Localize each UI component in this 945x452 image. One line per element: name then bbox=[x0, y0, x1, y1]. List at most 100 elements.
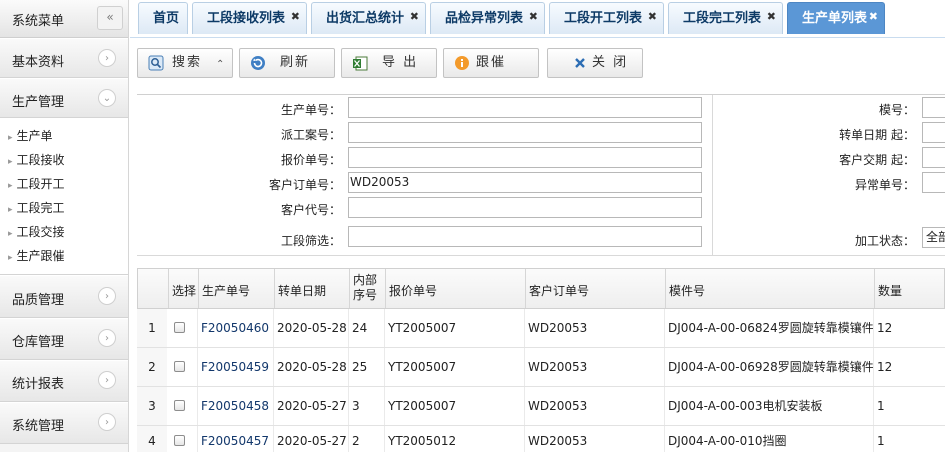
caret-up-icon: ⌃ bbox=[216, 59, 225, 70]
row-checkbox[interactable] bbox=[174, 435, 185, 446]
sidebar-section-production[interactable]: 生产管理 ⌄ bbox=[0, 78, 128, 118]
customer-order-cell: WD20053 bbox=[524, 309, 664, 347]
tab-shipment-summary[interactable]: 出货汇总统计 ✖ bbox=[311, 2, 426, 34]
follow-up-button[interactable]: 跟催 bbox=[443, 48, 539, 78]
sidebar-item-section-handover[interactable]: ▸ 工段交接 bbox=[0, 220, 128, 244]
quote-no-input[interactable] bbox=[348, 147, 702, 168]
column-header-part-no[interactable]: 模件号 bbox=[665, 269, 874, 308]
quote-no-cell: YT2005012 bbox=[384, 426, 524, 452]
tab-label: 工段开工列表 bbox=[564, 11, 643, 26]
customer-order-cell: WD20053 bbox=[524, 348, 664, 386]
table-row[interactable]: 1 F20050460 2020-05-28 24 YT2005007 WD20… bbox=[137, 309, 945, 348]
row-checkbox[interactable] bbox=[174, 400, 185, 411]
exception-no-input[interactable] bbox=[922, 172, 945, 193]
tab-home[interactable]: 首页 bbox=[138, 2, 188, 34]
table-row[interactable]: 4 F20050457 2020-05-27 2 YT2005012 WD200… bbox=[137, 426, 945, 452]
sidebar-section-system[interactable]: 系统管理 › bbox=[0, 402, 128, 444]
column-header-quote-no[interactable]: 报价单号 bbox=[385, 269, 525, 308]
process-status-select[interactable]: 全部 bbox=[922, 227, 945, 248]
column-header-transfer-date[interactable]: 转单日期 bbox=[274, 269, 349, 308]
column-header-internal-seq[interactable]: 内部序号 bbox=[349, 269, 385, 308]
bullet-icon: ▸ bbox=[8, 253, 13, 263]
order-no-link[interactable]: F20050457 bbox=[197, 426, 273, 452]
close-icon[interactable]: ✖ bbox=[869, 1, 878, 33]
part-no-cell: DJ004-A-00-010挡圈 bbox=[664, 426, 873, 452]
section-filter-input[interactable] bbox=[348, 226, 702, 247]
column-header-customer-order-no[interactable]: 客户订单号 bbox=[525, 269, 665, 308]
dispatch-no-input[interactable] bbox=[348, 122, 702, 143]
table-row[interactable]: 2 F20050459 2020-05-28 25 YT2005007 WD20… bbox=[137, 348, 945, 387]
row-checkbox[interactable] bbox=[174, 361, 185, 372]
quantity-cell: 12 bbox=[873, 348, 945, 386]
order-no-link[interactable]: F20050460 bbox=[197, 309, 273, 347]
tab-production-order-list[interactable]: 生产单列表 ✖ bbox=[787, 2, 885, 34]
mold-no-input[interactable] bbox=[922, 97, 945, 118]
close-icon[interactable]: ✖ bbox=[291, 1, 300, 33]
sidebar-section-warehouse[interactable]: 仓库管理 › bbox=[0, 318, 128, 360]
customer-order-no-input[interactable]: WD20053 bbox=[348, 172, 702, 193]
sidebar-section-reports[interactable]: 统计报表 › bbox=[0, 360, 128, 402]
tab-section-receive-list[interactable]: 工段接收列表 ✖ bbox=[192, 2, 307, 34]
tab-label: 工段接收列表 bbox=[207, 11, 286, 26]
sidebar-item-production-follow[interactable]: ▸ 生产跟催 bbox=[0, 244, 128, 268]
customer-due-from-input[interactable] bbox=[922, 147, 945, 168]
close-icon[interactable]: ✖ bbox=[529, 1, 538, 33]
transfer-date-cell: 2020-05-28 bbox=[273, 348, 348, 386]
export-button[interactable]: 导 出 bbox=[341, 48, 437, 78]
sidebar-item-section-finish[interactable]: ▸ 工段完工 bbox=[0, 196, 128, 220]
collapse-sidebar-button[interactable]: « bbox=[97, 6, 123, 30]
field-label-exception-no: 异常单号： bbox=[854, 178, 915, 192]
quantity-cell: 12 bbox=[873, 309, 945, 347]
row-checkbox[interactable] bbox=[174, 322, 185, 333]
export-button-label: 导 出 bbox=[382, 55, 419, 70]
refresh-button-label: 刷新 bbox=[280, 55, 311, 70]
close-button[interactable]: 关 闭 bbox=[547, 48, 643, 78]
production-order-grid: 选择 生产单号 转单日期 内部序号 报价单号 客户订单号 模件号 数量 1 F2… bbox=[137, 268, 945, 452]
bullet-icon: ▸ bbox=[8, 133, 13, 143]
sidebar-item-production-order[interactable]: ▸ 生产单 bbox=[0, 124, 128, 148]
refresh-button[interactable]: 刷新 bbox=[239, 48, 335, 78]
close-icon[interactable]: ✖ bbox=[410, 1, 419, 33]
close-icon[interactable]: ✖ bbox=[767, 1, 776, 33]
order-no-link[interactable]: F20050459 bbox=[197, 348, 273, 386]
field-label-customer-due-from: 客户交期 起： bbox=[839, 153, 915, 167]
customer-order-cell: WD20053 bbox=[524, 426, 664, 452]
sidebar-section-label: 品质管理 bbox=[12, 293, 65, 308]
customer-code-input[interactable] bbox=[348, 197, 702, 218]
sidebar-item-label: 工段完工 bbox=[16, 201, 65, 215]
follow-up-button-label: 跟催 bbox=[476, 55, 507, 70]
transfer-date-from-input[interactable] bbox=[922, 122, 945, 143]
part-no-cell: DJ004-A-00-06824罗圆旋转靠模镶件 bbox=[664, 309, 873, 347]
sidebar-section-label: 仓库管理 bbox=[12, 335, 65, 350]
column-header-select[interactable]: 选择 bbox=[168, 269, 198, 308]
sidebar-section-basic-data[interactable]: 基本资料 › bbox=[0, 38, 128, 78]
search-form: 生产单号： 模号： 派工案号： 转单日期 起： 报价单号： 客户交期 起： 客户… bbox=[137, 94, 945, 256]
refresh-icon bbox=[251, 56, 265, 70]
tab-bar: 首页 工段接收列表 ✖ 出货汇总统计 ✖ 品检异常列表 ✖ 工段开工列表 ✖ 工… bbox=[130, 0, 945, 38]
sidebar-title: 系统菜单 bbox=[12, 14, 65, 29]
quote-no-cell: YT2005007 bbox=[384, 309, 524, 347]
sidebar-item-section-start[interactable]: ▸ 工段开工 bbox=[0, 172, 128, 196]
tab-section-start-list[interactable]: 工段开工列表 ✖ bbox=[549, 2, 664, 34]
table-row[interactable]: 3 F20050458 2020-05-27 3 YT2005007 WD200… bbox=[137, 387, 945, 426]
field-label-transfer-date-from: 转单日期 起： bbox=[839, 128, 915, 142]
tab-label: 品检异常列表 bbox=[445, 11, 524, 26]
bullet-icon: ▸ bbox=[8, 205, 13, 215]
field-label-quote-no: 报价单号： bbox=[280, 153, 341, 167]
chevron-right-icon: › bbox=[98, 329, 116, 347]
internal-seq-cell: 24 bbox=[348, 309, 384, 347]
tab-inspection-exception-list[interactable]: 品检异常列表 ✖ bbox=[430, 2, 545, 34]
form-row: 派工案号： 转单日期 起： bbox=[137, 120, 945, 146]
tab-section-finish-list[interactable]: 工段完工列表 ✖ bbox=[668, 2, 783, 34]
production-order-input[interactable] bbox=[348, 97, 702, 118]
sidebar-item-section-receive[interactable]: ▸ 工段接收 bbox=[0, 148, 128, 172]
order-no-link[interactable]: F20050458 bbox=[197, 387, 273, 425]
close-button-label: 关 闭 bbox=[592, 55, 629, 70]
search-button[interactable]: 搜索 ⌃ bbox=[137, 48, 233, 78]
close-icon[interactable]: ✖ bbox=[648, 1, 657, 33]
sidebar-section-quality[interactable]: 品质管理 › bbox=[0, 275, 128, 318]
field-label-customer-order-no: 客户订单号： bbox=[268, 178, 341, 192]
column-header-order-no[interactable]: 生产单号 bbox=[198, 269, 274, 308]
column-header-quantity[interactable]: 数量 bbox=[874, 269, 945, 308]
sidebar-section-label: 系统管理 bbox=[12, 419, 65, 434]
